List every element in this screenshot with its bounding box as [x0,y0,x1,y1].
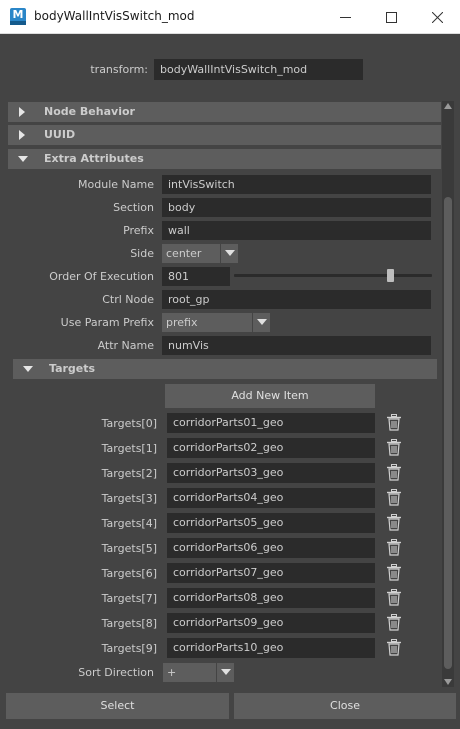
target-field[interactable]: corridorParts03_geo [167,463,375,483]
target-label: Targets[6] [101,567,157,580]
trash-icon[interactable] [387,564,401,581]
target-label: Targets[4] [101,517,157,530]
maximize-icon [385,11,397,23]
trash-icon[interactable] [387,464,401,481]
collapsed-triangle-icon [19,107,25,117]
sort-direction-dropdown[interactable]: + [163,663,234,682]
order-of-execution-label: Order Of Execution [49,270,154,283]
order-slider-handle[interactable] [387,269,395,282]
target-label: Targets[3] [101,492,157,505]
trash-icon[interactable] [387,639,401,656]
close-window-button[interactable] [414,0,460,34]
ctrl-node-label: Ctrl Node [102,293,154,306]
title-bar[interactable]: M bodyWallIntVisSwitch_mod [0,0,460,34]
use-param-prefix-label: Use Param Prefix [60,316,154,329]
chevron-down-icon [225,250,235,256]
target-label: Targets[1] [101,442,157,455]
side-dropdown[interactable]: center [162,244,238,263]
transform-label: transform: [90,63,148,76]
scroll-up-icon [444,103,452,109]
select-button[interactable]: Select [6,693,229,719]
module-name-label: Module Name [78,178,154,191]
section-label: Targets [49,362,96,375]
module-name-field[interactable]: intVisSwitch [162,175,431,194]
chevron-down-icon [257,319,267,325]
maya-app-icon: M [10,8,26,25]
attr-name-field[interactable]: numVis [162,336,431,355]
scroll-down-icon [444,679,452,685]
section-label: Node Behavior [44,105,135,118]
trash-icon[interactable] [387,414,401,431]
target-field[interactable]: corridorParts08_geo [167,588,375,608]
target-field[interactable]: corridorParts05_geo [167,513,375,533]
section-targets[interactable]: Targets [13,359,437,379]
trash-icon[interactable] [387,514,401,531]
target-label: Targets[7] [101,592,157,605]
section-label: UUID [44,128,76,141]
use-param-prefix-dropdown[interactable]: prefix [162,313,270,332]
target-label: Targets[0] [101,417,157,430]
expanded-triangle-icon [18,156,28,162]
sort-direction-label: Sort Direction [78,666,154,679]
chevron-down-icon [221,669,231,675]
section-label-field-label: Section [113,201,154,214]
trash-icon[interactable] [387,539,401,556]
target-label: Targets[2] [101,467,157,480]
attribute-scroll-area: Node Behavior UUID Extra Attributes Modu… [8,101,455,687]
maximize-button[interactable] [368,0,414,34]
vertical-scrollbar[interactable] [442,101,454,687]
section-node-behavior[interactable]: Node Behavior [8,102,441,122]
ctrl-node-field[interactable]: root_gp [162,290,431,309]
order-of-execution-field[interactable]: 801 [162,267,230,286]
section-label: Extra Attributes [44,152,144,165]
collapsed-triangle-icon [19,130,25,140]
transform-field[interactable]: bodyWallIntVisSwitch_mod [154,59,363,80]
target-label: Targets[5] [101,542,157,555]
add-new-item-button[interactable]: Add New Item [165,384,375,408]
target-label: Targets[8] [101,617,157,630]
target-field[interactable]: corridorParts07_geo [167,563,375,583]
target-field[interactable]: corridorParts06_geo [167,538,375,558]
target-field[interactable]: corridorParts01_geo [167,413,375,433]
close-button[interactable]: Close [234,693,456,719]
target-field[interactable]: corridorParts10_geo [167,638,375,658]
window-title: bodyWallIntVisSwitch_mod [34,9,195,23]
trash-icon[interactable] [387,589,401,606]
trash-icon[interactable] [387,439,401,456]
sort-direction-value: + [167,666,177,679]
trash-icon[interactable] [387,489,401,506]
use-param-prefix-value: prefix [166,316,198,329]
side-label: Side [130,247,154,260]
order-slider-track[interactable] [234,274,432,277]
trash-icon[interactable] [387,614,401,631]
close-icon [431,11,443,23]
prefix-field[interactable]: wall [162,221,431,240]
side-value: center [166,247,202,260]
attr-name-label: Attr Name [97,339,154,352]
prefix-label: Prefix [123,224,154,237]
section-uuid[interactable]: UUID [8,125,441,145]
target-field[interactable]: corridorParts09_geo [167,613,375,633]
minimize-icon [339,16,351,18]
section-field[interactable]: body [162,198,431,217]
target-field[interactable]: corridorParts04_geo [167,488,375,508]
target-field[interactable]: corridorParts02_geo [167,438,375,458]
expanded-triangle-icon [23,366,33,372]
section-extra-attributes[interactable]: Extra Attributes [8,149,441,169]
target-label: Targets[9] [101,642,157,655]
scrollbar-thumb[interactable] [444,197,452,669]
minimize-button[interactable] [322,0,368,34]
